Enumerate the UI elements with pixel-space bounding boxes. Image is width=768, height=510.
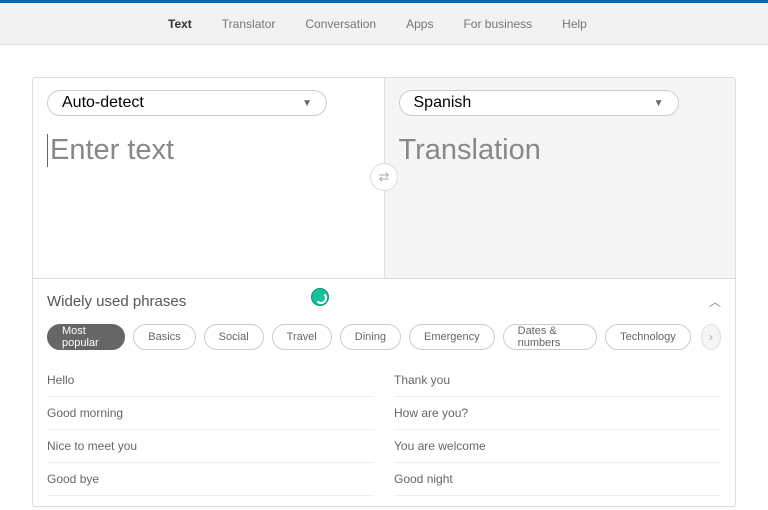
phrase-item[interactable]: How are you?: [394, 397, 721, 430]
chip-social[interactable]: Social: [204, 324, 264, 350]
source-language-select[interactable]: Auto-detect ▼: [47, 90, 327, 116]
phrase-item[interactable]: Good morning: [47, 397, 374, 430]
phrases-section: Widely used phrases ︿ Most popular Basic…: [33, 278, 735, 506]
chip-dining[interactable]: Dining: [340, 324, 401, 350]
nav-translator[interactable]: Translator: [222, 17, 276, 31]
chevron-right-icon: ›: [709, 330, 713, 344]
phrase-col-left: Hello Good morning Nice to meet you Good…: [47, 364, 374, 496]
source-text-input[interactable]: Enter text: [47, 134, 370, 167]
category-chips: Most popular Basics Social Travel Dining…: [47, 324, 721, 350]
chip-basics[interactable]: Basics: [133, 324, 195, 350]
target-language-label: Spanish: [414, 94, 472, 112]
phrase-item[interactable]: Good night: [394, 463, 721, 496]
collapse-icon[interactable]: ︿: [709, 293, 721, 310]
swap-languages-button[interactable]: ⇄: [370, 163, 398, 191]
chip-emergency[interactable]: Emergency: [409, 324, 495, 350]
chevron-down-icon: ▼: [302, 98, 312, 109]
nav-bar: Text Translator Conversation Apps For bu…: [0, 3, 768, 45]
chip-dates-numbers[interactable]: Dates & numbers: [503, 324, 598, 350]
target-text-output: Translation: [399, 134, 722, 167]
phrase-item[interactable]: You are welcome: [394, 430, 721, 463]
phrases-header: Widely used phrases ︿: [47, 293, 721, 310]
target-pane: Spanish ▼ Translation: [385, 78, 736, 278]
translator-container: Auto-detect ▼ Enter text Spanish ▼ Trans…: [32, 77, 736, 507]
phrase-item[interactable]: Hello: [47, 364, 374, 397]
phrase-item[interactable]: Good bye: [47, 463, 374, 496]
chip-technology[interactable]: Technology: [605, 324, 691, 350]
source-language-label: Auto-detect: [62, 94, 144, 112]
target-language-select[interactable]: Spanish ▼: [399, 90, 679, 116]
phrase-item[interactable]: Thank you: [394, 364, 721, 397]
phrase-columns: Hello Good morning Nice to meet you Good…: [47, 364, 721, 496]
nav-apps[interactable]: Apps: [406, 17, 433, 31]
nav-business[interactable]: For business: [463, 17, 532, 31]
nav-conversation[interactable]: Conversation: [305, 17, 376, 31]
grammarly-icon[interactable]: [311, 288, 329, 306]
chip-next-button[interactable]: ›: [701, 324, 721, 350]
phrase-col-right: Thank you How are you? You are welcome G…: [394, 364, 721, 496]
phrases-title: Widely used phrases: [47, 293, 186, 310]
nav-help[interactable]: Help: [562, 17, 587, 31]
chip-travel[interactable]: Travel: [272, 324, 332, 350]
chevron-down-icon: ▼: [654, 98, 664, 109]
swap-icon: ⇄: [379, 169, 390, 185]
source-pane: Auto-detect ▼ Enter text: [33, 78, 385, 278]
nav-text[interactable]: Text: [168, 17, 192, 31]
phrase-item[interactable]: Nice to meet you: [47, 430, 374, 463]
chip-most-popular[interactable]: Most popular: [47, 324, 125, 350]
